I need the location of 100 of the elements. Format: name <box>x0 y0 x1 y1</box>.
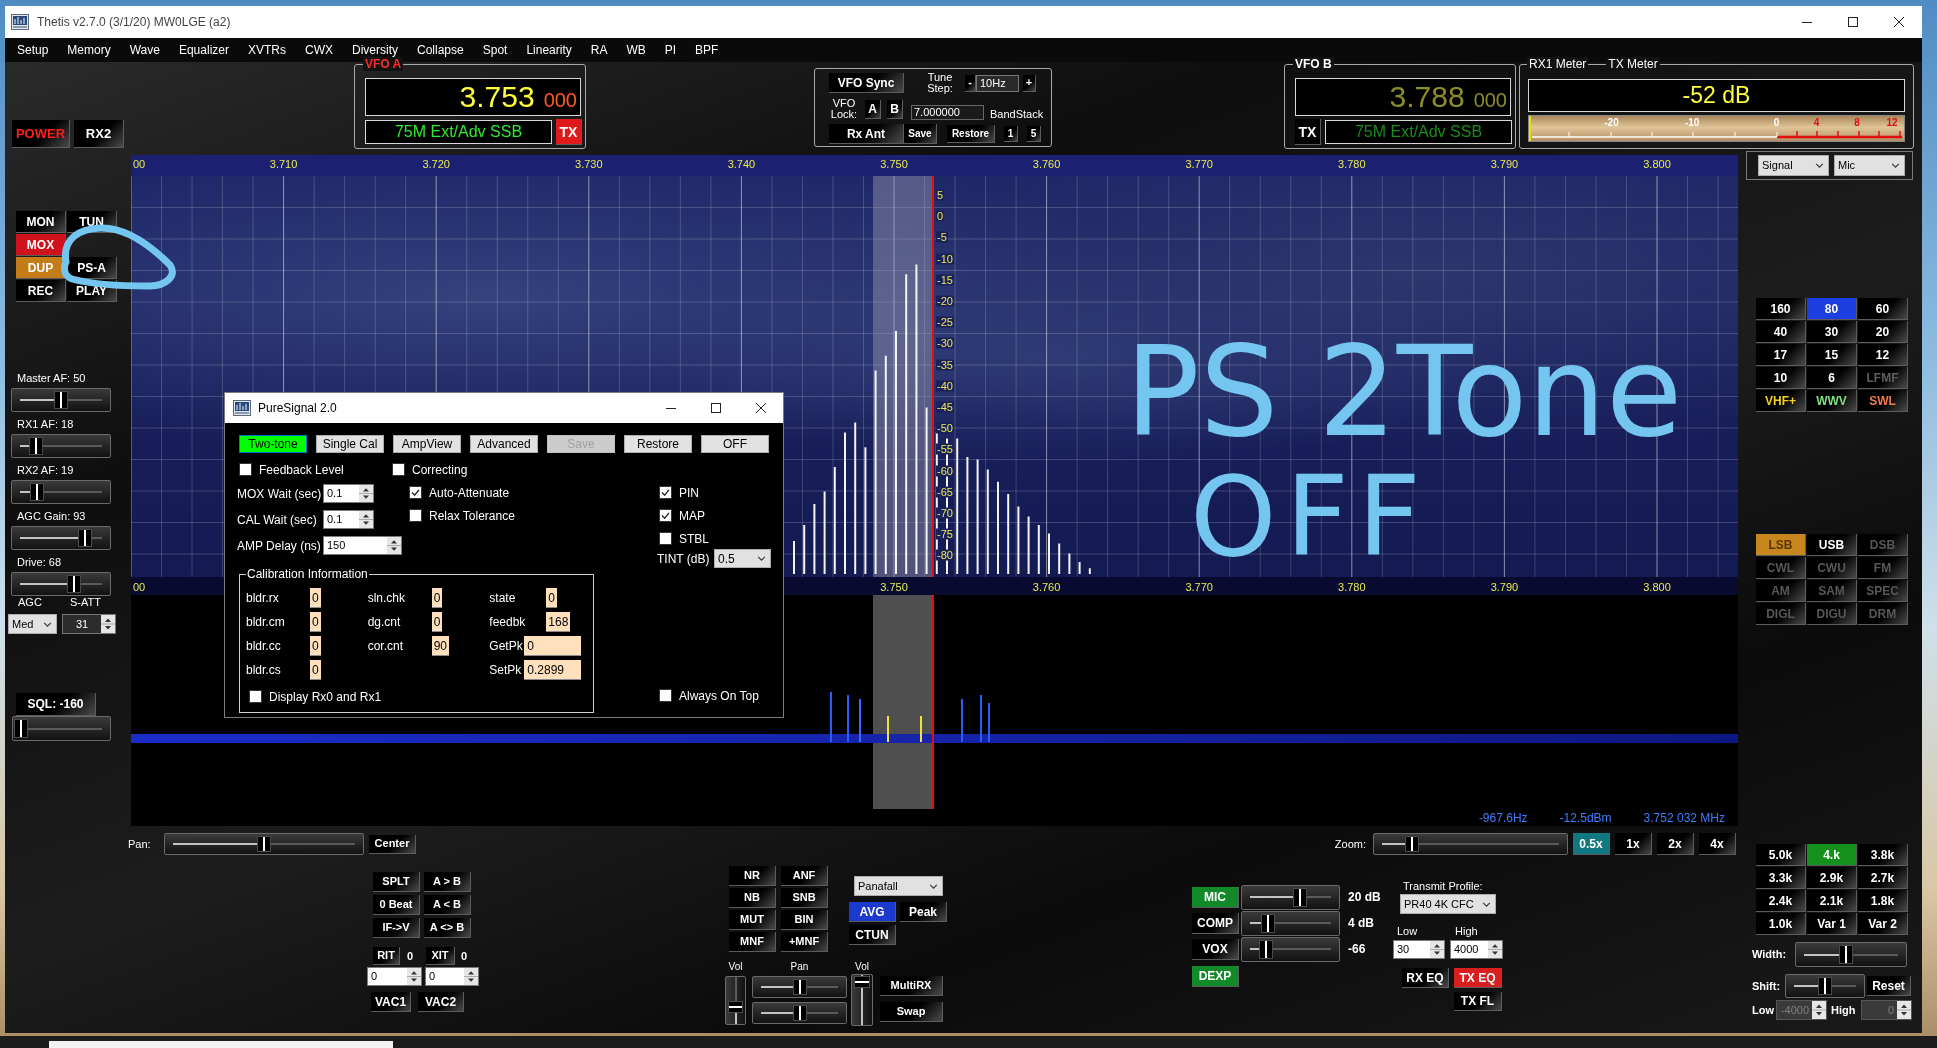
toggle-button[interactable]: 2.9k <box>1807 867 1857 889</box>
slider-thumb[interactable] <box>30 483 45 501</box>
dropdown[interactable]: Med <box>8 614 57 634</box>
slider[interactable] <box>1795 942 1907 967</box>
menu-item[interactable]: Diversity <box>352 44 398 56</box>
toggle-button[interactable]: Var 2 <box>1858 913 1908 935</box>
toggle-button[interactable]: Swap <box>880 1002 943 1022</box>
dropdown[interactable]: Signal <box>1758 155 1829 176</box>
toggle-button[interactable]: COMP <box>1192 912 1239 934</box>
menu-item[interactable]: Memory <box>67 44 111 56</box>
menu-item[interactable]: Collapse <box>417 44 464 56</box>
toggle-button[interactable]: REC <box>16 280 66 302</box>
dialog-button[interactable]: Restore <box>624 435 692 453</box>
toggle-button[interactable]: - <box>965 74 976 92</box>
toggle-button[interactable]: B <box>887 99 903 119</box>
toggle-button[interactable]: A <box>865 99 881 119</box>
toggle-button[interactable]: PS-A <box>67 257 117 279</box>
toggle-button[interactable]: USB <box>1807 534 1857 556</box>
toggle-button[interactable]: SQL: -160 <box>16 693 96 716</box>
toggle-button[interactable]: 20 <box>1858 321 1908 343</box>
slider-thumb[interactable] <box>1818 977 1832 995</box>
toggle-button[interactable]: MultiRX <box>880 976 943 996</box>
menu-item[interactable]: CWX <box>305 44 333 56</box>
toggle-button[interactable]: TX EQ <box>1454 968 1502 988</box>
slider-thumb[interactable] <box>1259 939 1274 959</box>
slider[interactable] <box>11 388 111 412</box>
spin-box[interactable]: 0.1 <box>323 484 374 503</box>
toggle-button[interactable]: 2.4k <box>1756 890 1806 912</box>
toggle-button[interactable]: CTUN <box>849 925 896 945</box>
slider-thumb[interactable] <box>1839 945 1854 964</box>
toggle-button[interactable]: Restore <box>947 125 995 143</box>
toggle-button[interactable]: 0 Beat <box>373 895 420 915</box>
toggle-button[interactable]: 5 <box>1027 126 1041 142</box>
slider[interactable] <box>1241 936 1340 962</box>
spin-box[interactable]: 30 <box>1393 940 1445 959</box>
toggle-button[interactable]: NR <box>729 866 776 886</box>
toggle-button[interactable]: 80 <box>1807 298 1857 320</box>
menu-item[interactable]: Setup <box>17 44 49 56</box>
toggle-button[interactable]: DEXP <box>1192 966 1239 987</box>
toggle-button[interactable]: MIC <box>1192 886 1239 908</box>
spin-box[interactable]: 0.1 <box>323 510 374 529</box>
checkbox[interactable] <box>249 690 262 703</box>
toggle-button[interactable]: SWL <box>1858 390 1908 412</box>
slider-thumb[interactable] <box>792 1005 807 1021</box>
slider-thumb[interactable] <box>1260 913 1275 933</box>
slider[interactable] <box>1241 884 1340 910</box>
menu-item[interactable]: Linearity <box>526 44 572 56</box>
toggle-button[interactable]: 0.5x <box>1573 833 1610 855</box>
toggle-button[interactable]: 15 <box>1807 344 1857 366</box>
dropdown[interactable]: Mic <box>1834 155 1905 176</box>
slider-thumb[interactable] <box>728 1001 743 1014</box>
toggle-button[interactable]: VFO Sync <box>829 73 904 93</box>
toggle-button[interactable]: 1.0k <box>1756 913 1806 935</box>
dialog-button[interactable]: AmpView <box>393 435 461 453</box>
slider[interactable] <box>11 434 111 458</box>
slider[interactable] <box>752 976 847 998</box>
slider-thumb[interactable] <box>54 391 68 409</box>
toggle-button[interactable]: WWV <box>1807 390 1857 412</box>
tune-step-field[interactable]: 10Hz <box>976 74 1019 92</box>
checkbox[interactable] <box>659 486 672 499</box>
dialog-button[interactable]: Advanced <box>470 435 538 453</box>
dropdown[interactable]: Panafall <box>854 876 943 896</box>
toggle-button[interactable]: +MNF <box>781 932 828 952</box>
checkbox[interactable] <box>409 509 422 522</box>
toggle-button[interactable]: 2.1k <box>1807 890 1857 912</box>
toggle-button[interactable]: A <> B <box>424 918 471 938</box>
slider-thumb[interactable] <box>77 529 92 547</box>
bandstack-field[interactable]: 7.000000 <box>911 104 984 120</box>
slider[interactable] <box>12 716 111 741</box>
toggle-button[interactable]: MON <box>16 211 66 233</box>
toggle-button[interactable]: 10 <box>1756 367 1806 389</box>
slider[interactable] <box>725 976 746 1025</box>
toggle-button[interactable]: VAC2 <box>418 992 464 1012</box>
slider[interactable] <box>752 1002 847 1024</box>
menu-item[interactable]: XVTRs <box>247 44 286 56</box>
spin-box[interactable]: 0 <box>425 967 479 986</box>
toggle-button[interactable]: Rx Ant <box>829 124 904 144</box>
toggle-button[interactable]: A < B <box>424 895 471 915</box>
slider-thumb[interactable] <box>29 437 44 455</box>
slider[interactable] <box>11 572 111 596</box>
toggle-button[interactable]: A > B <box>424 872 471 892</box>
toggle-button[interactable]: IF->V <box>373 918 420 938</box>
checkbox[interactable] <box>659 532 672 545</box>
slider[interactable] <box>1241 910 1340 936</box>
toggle-button[interactable]: 60 <box>1858 298 1908 320</box>
toggle-button[interactable]: ANF <box>781 866 828 886</box>
toggle-button[interactable]: VOX <box>1192 938 1239 960</box>
toggle-button[interactable]: 6 <box>1807 367 1857 389</box>
toggle-button[interactable]: MUT <box>729 910 776 930</box>
toggle-button[interactable]: 4x <box>1699 833 1736 855</box>
toggle-button[interactable]: 3.8k <box>1858 844 1908 866</box>
toggle-button[interactable]: TX <box>556 119 582 145</box>
spin-box[interactable]: 31 <box>62 614 116 634</box>
dialog-button[interactable]: Two-tone <box>239 435 307 453</box>
toggle-button[interactable]: SNB <box>781 888 828 908</box>
toggle-button[interactable]: Reset <box>1867 976 1911 996</box>
menu-item[interactable]: Wave <box>129 44 160 56</box>
checkbox[interactable] <box>392 463 405 476</box>
toggle-button[interactable]: 17 <box>1756 344 1806 366</box>
toggle-button[interactable]: RX2 <box>74 120 124 148</box>
